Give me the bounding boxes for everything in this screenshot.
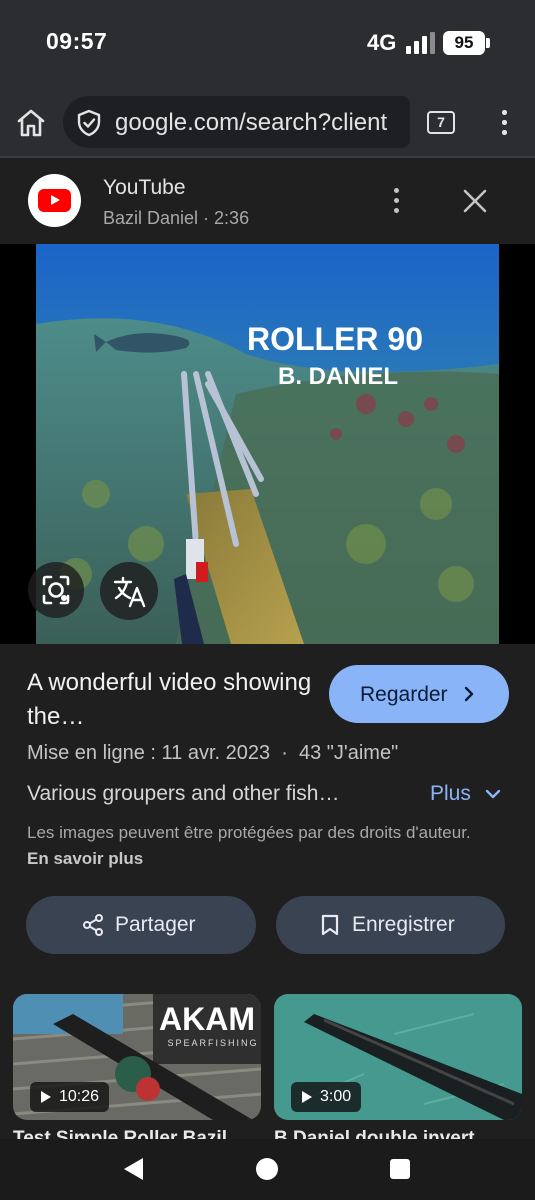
- share-icon: [83, 914, 103, 936]
- related-title[interactable]: B Daniel double invert: [274, 1128, 522, 1139]
- duration-text: 10:26: [59, 1088, 100, 1105]
- security-shield-icon[interactable]: [76, 109, 102, 137]
- related-title[interactable]: Test Simple Roller Bazil: [13, 1128, 261, 1139]
- overlay-title: ROLLER 90: [247, 321, 423, 357]
- source-meta: Bazil Daniel · 2:36: [103, 208, 250, 228]
- lens-button[interactable]: [28, 562, 84, 618]
- translate-button[interactable]: [100, 562, 158, 620]
- source-header: YouTube Bazil Daniel · 2:36: [0, 158, 535, 244]
- media-viewer: ROLLER 90 B. DANIEL: [0, 244, 535, 644]
- save-label: Enregistrer: [352, 913, 455, 936]
- upload-info: Mise en ligne : 11 avr. 2023 · 43 "J'aim…: [27, 742, 399, 764]
- copyright-text: Les images peuvent être protégées par de…: [27, 823, 471, 842]
- source-options-icon[interactable]: [386, 186, 406, 216]
- status-bar: 09:57 4G 95: [0, 0, 535, 86]
- browser-toolbar: google.com/search?client 7: [0, 86, 535, 158]
- back-icon[interactable]: [124, 1158, 143, 1180]
- chevron-down-icon[interactable]: [484, 786, 502, 802]
- network-type: 4G: [367, 30, 397, 55]
- save-button[interactable]: Enregistrer: [276, 896, 505, 954]
- youtube-play-icon: [51, 195, 60, 205]
- home-button[interactable]: [14, 106, 48, 140]
- related-watermark-sub: SPEARFISHING: [167, 1038, 258, 1048]
- video-title[interactable]: A wonderful video showing the…: [27, 666, 317, 734]
- chevron-right-icon: [464, 686, 474, 702]
- share-button[interactable]: Partager: [26, 896, 256, 954]
- clock: 09:57: [46, 28, 108, 54]
- home-circle-icon[interactable]: [256, 1158, 278, 1180]
- description-snippet: Various groupers and other fish…: [27, 782, 340, 805]
- address-bar[interactable]: google.com/search?client: [63, 96, 410, 148]
- youtube-logo: [28, 174, 81, 227]
- signal-icon: [406, 32, 436, 54]
- play-icon: [302, 1091, 312, 1103]
- duration-badge: 3:00: [291, 1082, 362, 1112]
- system-nav-bar: [0, 1139, 535, 1200]
- close-icon[interactable]: [462, 188, 488, 214]
- share-label: Partager: [115, 913, 196, 936]
- duration-text: 3:00: [320, 1088, 352, 1105]
- home-icon: [17, 109, 45, 137]
- play-icon: [41, 1091, 51, 1103]
- related-video-card[interactable]: 3:00: [274, 994, 522, 1120]
- learn-more-link[interactable]: En savoir plus: [27, 849, 143, 868]
- tab-switcher-button[interactable]: 7: [427, 111, 455, 134]
- lens-icon: [42, 575, 70, 605]
- overlay-subtitle: B. DANIEL: [278, 363, 398, 390]
- bookmark-icon: [321, 914, 339, 936]
- watch-button[interactable]: Regarder: [329, 665, 509, 723]
- battery-tip: [486, 38, 490, 48]
- duration-badge: 10:26: [30, 1082, 110, 1112]
- source-name: YouTube: [103, 176, 186, 199]
- more-button[interactable]: Plus: [430, 782, 471, 806]
- more-menu-icon[interactable]: [494, 108, 514, 138]
- watch-label: Regarder: [360, 683, 448, 706]
- battery-icon: 95: [443, 31, 485, 55]
- recent-apps-icon[interactable]: [390, 1159, 410, 1179]
- copyright-notice: Les images peuvent être protégées par de…: [27, 820, 497, 872]
- related-video-card[interactable]: AKAM SPEARFISHING 10:26: [13, 994, 261, 1120]
- url-text[interactable]: google.com/search?client: [115, 109, 387, 137]
- translate-icon: [113, 576, 146, 608]
- related-watermark: AKAM: [159, 1001, 255, 1037]
